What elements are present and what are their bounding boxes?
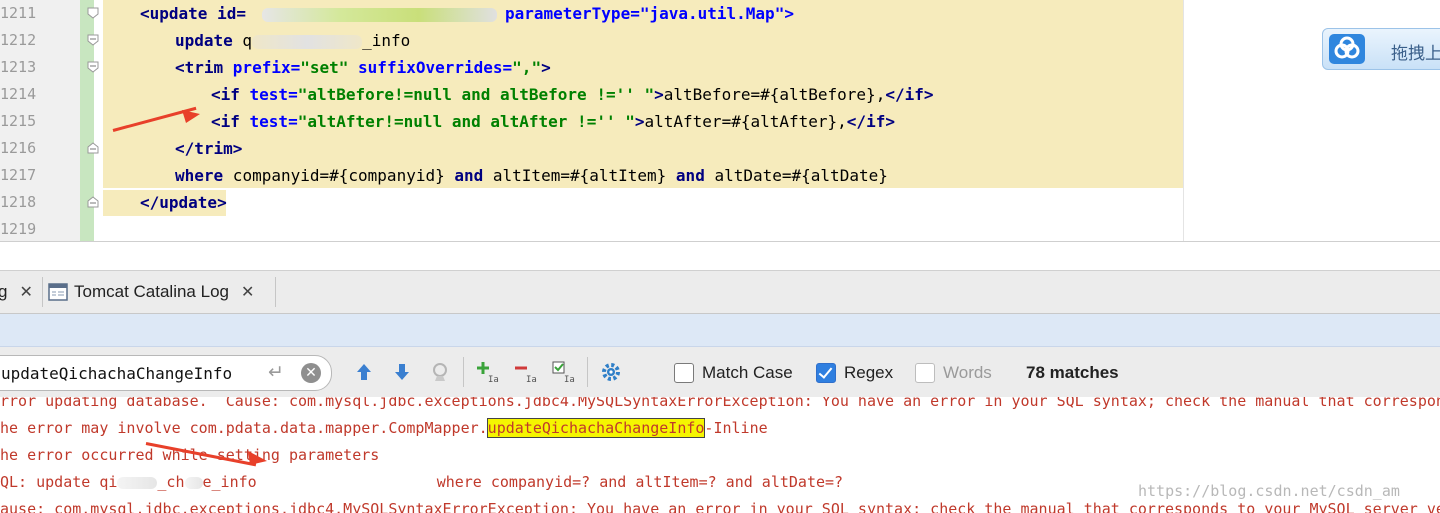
code-line: <trim prefix="set" suffixOverrides=","> bbox=[175, 58, 551, 77]
cloud-icon bbox=[1329, 34, 1365, 64]
redacted-text bbox=[117, 476, 158, 489]
match-case-label[interactable]: Match Case bbox=[702, 363, 793, 383]
previous-occurrence-button[interactable] bbox=[349, 357, 379, 387]
regex-checkbox[interactable] bbox=[816, 363, 836, 383]
line-number: 1211 bbox=[0, 4, 37, 22]
sql-keyword: update bbox=[175, 31, 233, 50]
match-case-checkbox[interactable] bbox=[674, 363, 694, 383]
code-line: update q _info bbox=[175, 31, 411, 50]
watermark: https://blog.csdn.net/csdn_am bbox=[1138, 482, 1400, 500]
fold-marker-icon[interactable] bbox=[87, 61, 99, 73]
code-editor[interactable]: 1211 1212 1213 1214 1215 1216 1217 1218 … bbox=[0, 0, 1440, 242]
line-number: 1212 bbox=[0, 31, 37, 49]
console-line: rror updating database. Cause: com.mysql… bbox=[0, 397, 1440, 410]
add-selection-icon: Ia bbox=[477, 362, 499, 384]
remove-selection-icon: Ia bbox=[515, 366, 537, 384]
match-count: 78 matches bbox=[1026, 363, 1119, 382]
right-margin-guide bbox=[1183, 0, 1184, 242]
svg-text:Ia: Ia bbox=[564, 375, 575, 384]
fold-end-icon[interactable] bbox=[87, 142, 99, 154]
widget-label: 拖拽上 bbox=[1391, 44, 1440, 63]
divider bbox=[0, 241, 1440, 242]
divider bbox=[463, 357, 464, 387]
line-number: 1214 bbox=[0, 85, 37, 103]
settings-button[interactable] bbox=[596, 357, 626, 387]
close-icon[interactable]: ✕ bbox=[241, 282, 254, 302]
code-line: <update id= parameterType="java.util.Map"… bbox=[140, 0, 794, 27]
line-number: 1217 bbox=[0, 166, 37, 184]
tab-log[interactable]: g ✕ bbox=[0, 271, 33, 313]
search-query: updateQichachaChangeInfo bbox=[1, 364, 233, 383]
console-line: he error may involve com.pdata.data.mapp… bbox=[0, 418, 768, 438]
redacted-text bbox=[261, 7, 497, 22]
arrowhead-icon bbox=[248, 451, 267, 465]
find-usages-button[interactable] bbox=[425, 357, 455, 387]
console-line: QL: update qi _ch e_info where companyid=? … bbox=[0, 473, 844, 491]
console-line: he error occurred while setting paramete… bbox=[0, 446, 380, 464]
divider bbox=[275, 277, 276, 307]
arrow-up-icon bbox=[357, 364, 371, 380]
code-line: </update> bbox=[140, 193, 227, 212]
enter-icon: ↵ bbox=[268, 361, 284, 383]
fold-marker-icon[interactable] bbox=[87, 34, 99, 46]
svg-text:Ia: Ia bbox=[488, 375, 499, 384]
line-number: 1216 bbox=[0, 139, 37, 157]
tab-tomcat-catalina-log[interactable]: Tomcat Catalina Log ✕ bbox=[48, 271, 254, 313]
remove-occurrence-button[interactable]: Ia bbox=[510, 357, 540, 387]
line-number: 1218 bbox=[0, 193, 37, 211]
regex-label[interactable]: Regex bbox=[844, 363, 893, 383]
clear-icon[interactable]: ✕ bbox=[301, 363, 321, 383]
arrow-down-icon bbox=[395, 364, 409, 380]
divider bbox=[587, 357, 588, 387]
tool-window-tabs: g ✕ Tomcat Catalina Log ✕ bbox=[0, 270, 1440, 314]
find-toolbar: updateQichachaChangeInfo ↵ ✕ Ia Ia Ia Ma… bbox=[0, 347, 1440, 397]
svg-text:Ia: Ia bbox=[526, 375, 537, 384]
divider bbox=[42, 277, 43, 307]
line-number-gutter: 1211 1212 1213 1214 1215 1216 1217 1218 … bbox=[0, 0, 80, 242]
next-occurrence-button[interactable] bbox=[387, 357, 417, 387]
select-all-icon: Ia bbox=[552, 361, 575, 384]
line-number: 1215 bbox=[0, 112, 37, 130]
words-label[interactable]: Words bbox=[943, 363, 992, 383]
fold-end-icon[interactable] bbox=[87, 196, 99, 208]
search-input[interactable]: updateQichachaChangeInfo ↵ ✕ bbox=[0, 355, 332, 391]
console-output[interactable]: rror updating database. Cause: com.mysql… bbox=[0, 397, 1440, 513]
upload-drag-widget[interactable]: 拖拽上 bbox=[1322, 28, 1440, 70]
add-occurrence-button[interactable]: Ia bbox=[472, 357, 502, 387]
xml-attr: parameterType="java.util.Map"> bbox=[504, 4, 794, 23]
code-line: <if test="altBefore!=null and altBefore … bbox=[211, 85, 934, 104]
gear-icon bbox=[602, 363, 620, 381]
words-checkbox[interactable] bbox=[915, 363, 935, 383]
redacted-text bbox=[252, 34, 363, 49]
select-all-occurrences-button[interactable]: Ia bbox=[548, 357, 578, 387]
xml-tag: <update id= bbox=[140, 4, 246, 23]
line-number: 1213 bbox=[0, 58, 37, 76]
redacted-text bbox=[184, 476, 203, 489]
fold-marker-icon[interactable] bbox=[87, 7, 99, 19]
arrowhead-icon bbox=[182, 110, 200, 123]
code-line: </trim> bbox=[175, 139, 243, 158]
code-line: <if test="altAfter!=null and altAfter !=… bbox=[211, 112, 895, 131]
code-line: where companyid=#{companyid} and altItem… bbox=[175, 166, 888, 185]
console-header bbox=[0, 314, 1440, 347]
line-number: 1219 bbox=[0, 220, 37, 238]
search-match-highlight: updateQichachaChangeInfo bbox=[486, 418, 706, 438]
close-icon[interactable]: ✕ bbox=[19, 282, 32, 302]
log-window-icon bbox=[48, 283, 68, 301]
search-icon bbox=[433, 363, 447, 381]
